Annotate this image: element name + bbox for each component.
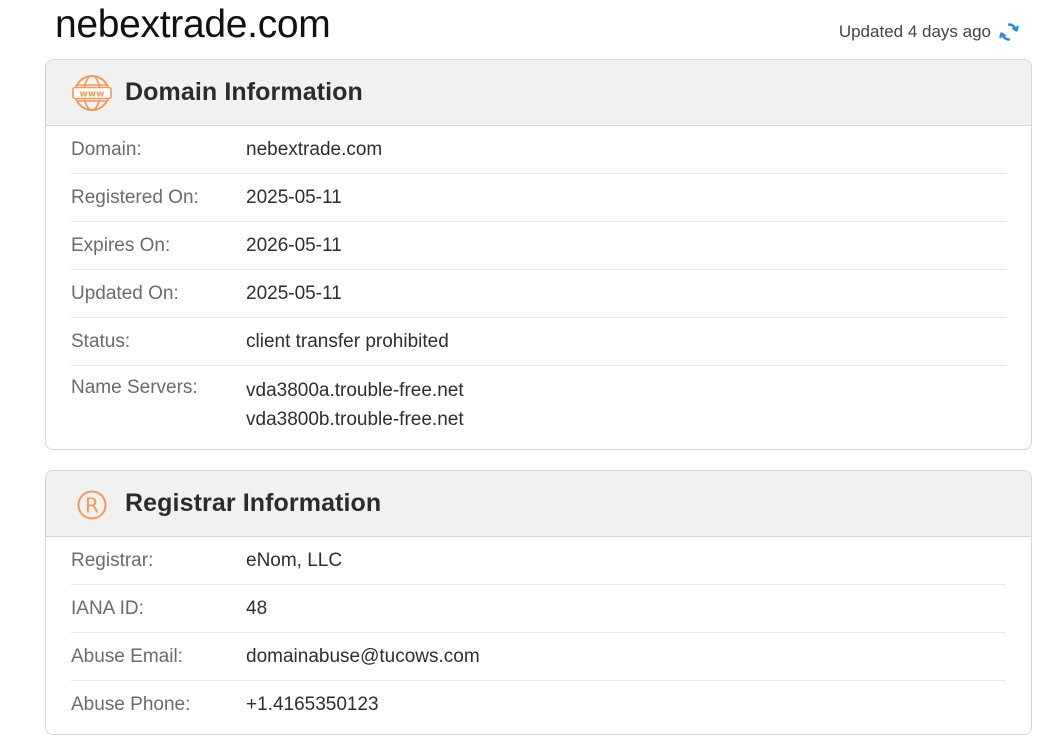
row-label: IANA ID: [71, 598, 144, 619]
row-value: domainabuse@tucows.com [246, 646, 480, 667]
svg-text:R: R [85, 493, 99, 517]
expires-on-row: Expires On: 2026-05-11 [71, 222, 1006, 270]
updated-on-row: Updated On: 2025-05-11 [71, 270, 1006, 318]
registered-on-row: Registered On: 2025-05-11 [71, 174, 1006, 222]
iana-id-row: IANA ID: 48 [71, 585, 1006, 633]
abuse-email-row: Abuse Email: domainabuse@tucows.com [71, 633, 1006, 681]
abuse-phone-row: Abuse Phone: +1.4165350123 [71, 681, 1006, 729]
row-value: 48 [246, 598, 268, 619]
row-label: Name Servers: [71, 377, 198, 398]
row-value: client transfer prohibited [246, 331, 449, 352]
domain-information-rows: Domain: nebextrade.com Registered On: 20… [46, 126, 1031, 434]
row-label: Domain: [71, 139, 142, 160]
domain-row: Domain: nebextrade.com [71, 126, 1006, 174]
row-value: 2025-05-11 [246, 283, 342, 304]
row-value: 2026-05-11 [246, 235, 342, 256]
row-value: 2025-05-11 [246, 187, 342, 208]
name-servers-row: Name Servers: vda3800a.trouble-free.net … [71, 366, 1006, 434]
registrar-information-title: Registrar Information [125, 489, 382, 517]
row-value: nebextrade.com [246, 139, 383, 160]
row-label: Registered On: [71, 187, 199, 208]
name-server-item: vda3800b.trouble-free.net [246, 409, 464, 430]
registrar-row: Registrar: eNom, LLC [71, 537, 1006, 585]
refresh-icon[interactable] [999, 22, 1019, 42]
row-label: Registrar: [71, 550, 154, 571]
name-servers-list: vda3800a.trouble-free.net vda3800b.troub… [246, 376, 464, 434]
www-globe-icon: www [72, 73, 112, 113]
domain-information-title: Domain Information [125, 78, 363, 106]
row-value: eNom, LLC [246, 550, 343, 571]
page-title: nebextrade.com [55, 3, 331, 46]
registrar-information-header: R Registrar Information [46, 471, 1031, 537]
row-label: Status: [71, 331, 131, 352]
row-value: +1.4165350123 [246, 694, 379, 715]
status-row: Status: client transfer prohibited [71, 318, 1006, 366]
domain-information-header: www Domain Information [46, 60, 1031, 126]
row-label: Expires On: [71, 235, 171, 256]
registrar-information-rows: Registrar: eNom, LLC IANA ID: 48 Abuse E… [46, 537, 1031, 729]
domain-information-card: www Domain Information Domain: nebextrad… [45, 59, 1032, 450]
row-label: Abuse Email: [71, 646, 183, 667]
page-header: nebextrade.com Updated 4 days ago [0, 0, 1043, 58]
row-label: Updated On: [71, 283, 179, 304]
updated-status: Updated 4 days ago [839, 20, 1019, 44]
updated-text: Updated 4 days ago [838, 22, 991, 41]
svg-text:www: www [80, 89, 105, 99]
registrar-information-card: R Registrar Information Registrar: eNom,… [45, 470, 1032, 735]
row-label: Abuse Phone: [71, 694, 191, 715]
name-server-item: vda3800a.trouble-free.net [246, 380, 464, 401]
registered-trademark-icon: R [72, 484, 112, 524]
